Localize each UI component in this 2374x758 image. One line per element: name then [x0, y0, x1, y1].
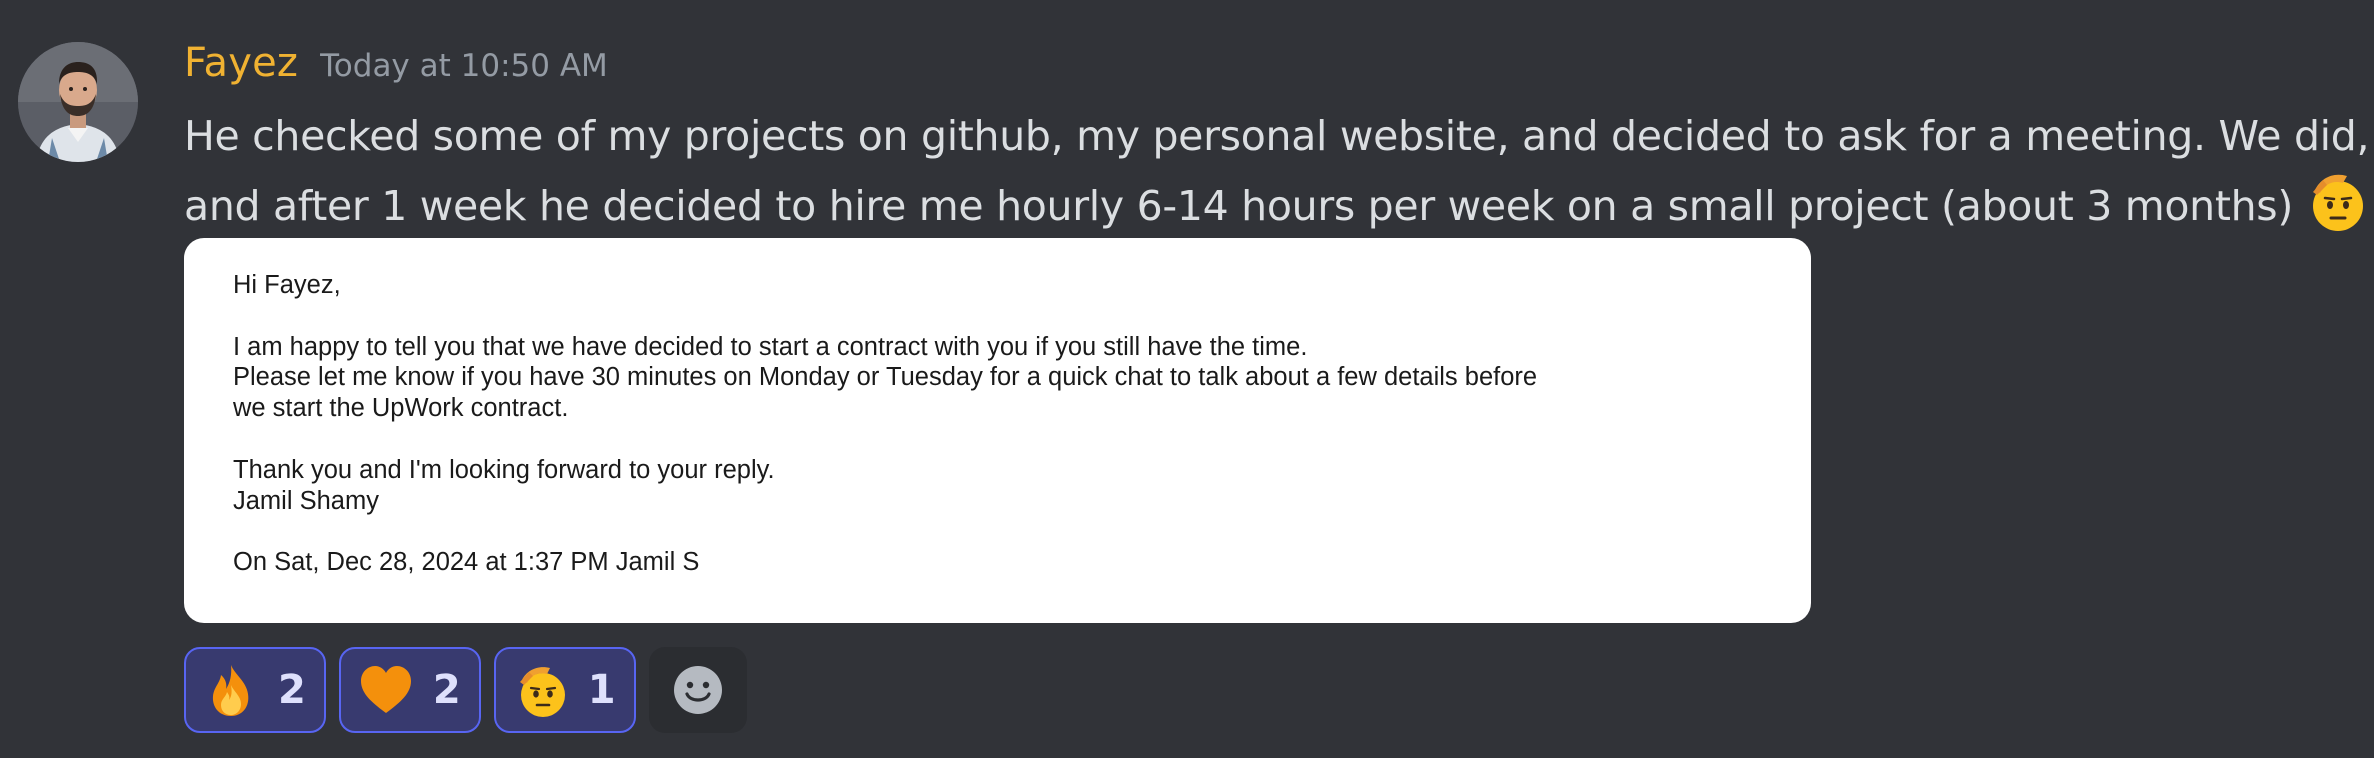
email-body-line: I am happy to tell you that we have deci…	[233, 332, 1308, 361]
message-line: He checked some of my projects on github…	[184, 112, 2370, 160]
email-body-line: Please let me know if you have 30 minute…	[233, 363, 1538, 392]
email-quote-header: On Sat, Dec 28, 2024 at 1:37 PM Jamil S	[233, 548, 700, 577]
email-body-line: we start the UpWork contract.	[233, 394, 569, 423]
message-header: Fayez Today at 10:50 AM	[184, 40, 608, 100]
message-line: and after 1 week he decided to hire me h…	[184, 168, 2364, 238]
message-timestamp[interactable]: Today at 10:50 AM	[320, 48, 608, 84]
reaction-count: 2	[278, 667, 306, 713]
reaction-saluting-face[interactable]: 1	[493, 647, 636, 733]
message-content: He checked some of my projects on github…	[184, 104, 2370, 238]
reaction-fire[interactable]: 2	[184, 647, 326, 733]
avatar[interactable]	[18, 42, 138, 162]
message-line-text: and after 1 week he decided to hire me h…	[184, 182, 2294, 230]
email-screenshot: Hi Fayez, I am happy to tell you that we…	[233, 270, 1537, 578]
saluting-face-icon[interactable]	[2303, 168, 2369, 234]
chat-message: Fayez Today at 10:50 AM He checked some …	[0, 0, 2374, 758]
image-attachment[interactable]: Hi Fayez, I am happy to tell you that we…	[184, 238, 1811, 623]
orange-heart-icon	[360, 666, 411, 713]
reactions-bar: 2 2 1	[184, 647, 747, 733]
email-closing: Thank you and I'm looking forward to you…	[233, 455, 775, 484]
reaction-orange-heart[interactable]: 2	[338, 647, 481, 733]
add-reaction-smiley-icon	[673, 666, 722, 714]
reaction-count: 2	[432, 667, 461, 713]
saluting-face-icon	[519, 667, 565, 717]
fire-icon	[212, 665, 249, 716]
email-greeting: Hi Fayez,	[233, 271, 341, 299]
email-signature: Jamil Shamy	[233, 486, 379, 515]
add-reaction-button[interactable]	[648, 647, 747, 733]
reaction-count: 1	[587, 667, 616, 713]
author-name[interactable]: Fayez	[184, 40, 298, 86]
